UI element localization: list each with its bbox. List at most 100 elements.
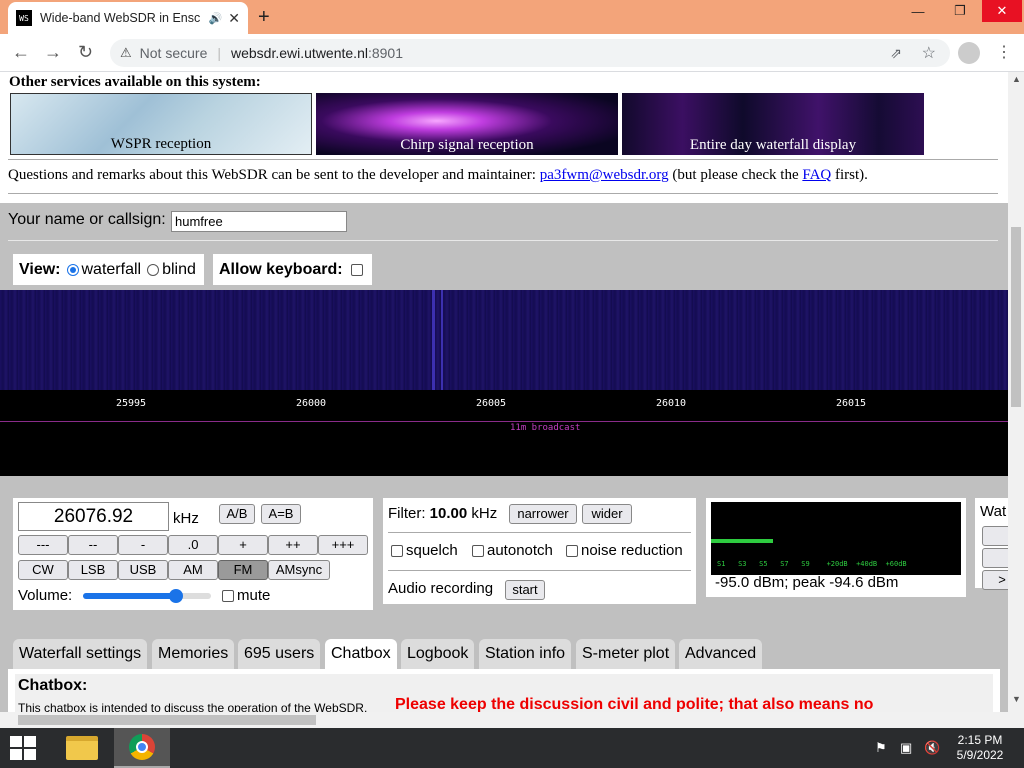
file-explorer-icon[interactable] <box>54 728 110 768</box>
mode-lsb-button[interactable]: LSB <box>68 560 118 580</box>
noise-reduction-toggle[interactable]: noise reduction <box>566 542 683 559</box>
waterfall-display[interactable] <box>0 290 1008 390</box>
new-tab-button[interactable]: + <box>258 6 270 29</box>
restore-button[interactable]: ❐ <box>940 0 980 22</box>
reload-icon[interactable]: ↻ <box>78 42 93 63</box>
step-round-button[interactable]: .0 <box>168 535 218 555</box>
waterfall-signal-line <box>441 290 443 390</box>
ab-button[interactable]: A/B <box>219 504 255 524</box>
chirp-service-link[interactable]: Chirp signal reception <box>316 93 618 155</box>
frequency-scale[interactable]: 25995 26000 26005 26010 26015 <box>0 390 1008 476</box>
system-clock[interactable]: 2:15 PM 5/9/2022 <box>950 733 1010 763</box>
action-center-flag-icon[interactable]: ⚑ <box>875 740 887 756</box>
keyboard-label: Allow keyboard: <box>219 260 343 278</box>
scroll-down-icon[interactable]: ▼ <box>1012 694 1021 704</box>
squelch-checkbox[interactable] <box>391 544 403 557</box>
autonotch-checkbox[interactable] <box>472 544 484 557</box>
keyboard-checkbox[interactable] <box>350 263 363 276</box>
waterfall-radio-label[interactable]: waterfall <box>82 261 142 279</box>
scroll-up-icon[interactable]: ▲ <box>1012 74 1021 84</box>
callsign-input[interactable]: humfree <box>171 211 347 232</box>
browser-menu-icon[interactable]: ⋮ <box>996 42 1012 62</box>
contact-text-middle: (but please check the <box>668 167 803 183</box>
mode-amsync-button[interactable]: AMsync <box>268 560 330 580</box>
browser-tab[interactable]: WS Wide-band WebSDR in Ensc 🔊 ✕ <box>8 2 248 34</box>
warning-icon[interactable]: ⚠ <box>120 45 132 61</box>
volume-fill <box>83 593 175 599</box>
step-minus-2-button[interactable]: -- <box>68 535 118 555</box>
step-plus-3-button[interactable]: +++ <box>318 535 368 555</box>
url-omnibox[interactable]: ⚠ Not secure | websdr.ewi.utwente.nl:890… <box>110 39 950 67</box>
audio-recording-label: Audio recording <box>388 580 494 597</box>
url-host: websdr.ewi.utwente.nl <box>231 45 368 61</box>
email-link[interactable]: pa3fwm@websdr.org <box>540 167 669 183</box>
speaker-icon[interactable]: 🔊 <box>209 12 223 25</box>
volume-knob[interactable] <box>169 589 183 603</box>
a-equals-b-button[interactable]: A=B <box>261 504 301 524</box>
frequency-input[interactable]: 26076.92 <box>18 502 169 531</box>
close-tab-icon[interactable]: ✕ <box>228 10 240 27</box>
mode-cw-button[interactable]: CW <box>18 560 68 580</box>
tab-advanced[interactable]: Advanced <box>679 639 763 669</box>
blind-radio-label[interactable]: blind <box>162 261 196 279</box>
minimize-button[interactable]: — <box>898 0 938 22</box>
autonotch-toggle[interactable]: autonotch <box>472 542 553 559</box>
autonotch-label[interactable]: autonotch <box>487 542 553 559</box>
tab-chatbox[interactable]: Chatbox <box>325 639 397 669</box>
waterfall-radio[interactable] <box>66 263 79 276</box>
blind-radio[interactable] <box>147 263 160 276</box>
faq-link[interactable]: FAQ <box>802 167 831 183</box>
omnibox-separator: | <box>217 45 221 61</box>
band-label[interactable]: 11m broadcast <box>510 423 580 433</box>
volume-muted-icon[interactable]: 🔇 <box>924 740 940 756</box>
squelch-toggle[interactable]: squelch <box>391 542 458 559</box>
share-icon[interactable]: ⇗ <box>890 45 902 62</box>
step-minus-3-button[interactable]: --- <box>18 535 68 555</box>
waterfall-control-button[interactable] <box>982 526 1008 546</box>
step-plus-1-button[interactable]: + <box>218 535 268 555</box>
profile-avatar[interactable] <box>958 42 980 64</box>
noise-reduction-label[interactable]: noise reduction <box>581 542 683 559</box>
wspr-service-link[interactable]: WSPR reception <box>10 93 312 155</box>
waterfall-more-button[interactable]: > <box>982 570 1008 590</box>
day-waterfall-service-link[interactable]: Entire day waterfall display <box>622 93 924 155</box>
step-plus-2-button[interactable]: ++ <box>268 535 318 555</box>
noise-reduction-checkbox[interactable] <box>566 544 578 557</box>
step-minus-1-button[interactable]: - <box>118 535 168 555</box>
divider <box>8 240 998 241</box>
vertical-scroll-thumb[interactable] <box>1011 227 1021 407</box>
narrower-button[interactable]: narrower <box>509 504 577 524</box>
back-arrow-icon[interactable]: ← <box>12 42 30 63</box>
volume-label: Volume: <box>18 587 73 604</box>
page-viewport: Other services available on this system:… <box>0 72 1008 728</box>
mute-toggle[interactable]: mute <box>222 587 270 604</box>
tab-smeter-plot[interactable]: S-meter plot <box>576 639 676 669</box>
mode-am-button[interactable]: AM <box>168 560 218 580</box>
volume-slider[interactable] <box>83 589 211 603</box>
tab-users[interactable]: 695 users <box>238 639 321 669</box>
vertical-scrollbar[interactable]: ▲ ▼ <box>1008 72 1024 728</box>
filter-label: Filter: <box>388 505 426 522</box>
squelch-label[interactable]: squelch <box>406 542 458 559</box>
mode-fm-button[interactable]: FM <box>218 560 268 580</box>
tab-memories[interactable]: Memories <box>152 639 235 669</box>
waterfall-signal-line <box>432 290 435 390</box>
network-icon[interactable]: ▣ <box>900 740 912 756</box>
bookmark-star-icon[interactable]: ☆ <box>922 43 936 63</box>
chrome-taskbar-icon[interactable] <box>114 728 170 768</box>
tab-waterfall-settings[interactable]: Waterfall settings <box>13 639 148 669</box>
tab-station-info[interactable]: Station info <box>479 639 572 669</box>
waterfall-control-button[interactable] <box>982 548 1008 568</box>
windows-start-icon[interactable] <box>10 736 36 760</box>
start-recording-button[interactable]: start <box>505 580 545 600</box>
close-window-button[interactable]: ✕ <box>982 0 1022 22</box>
tab-logbook[interactable]: Logbook <box>401 639 475 669</box>
horizontal-scrollbar[interactable] <box>0 712 1008 728</box>
mute-label[interactable]: mute <box>237 587 270 604</box>
wider-button[interactable]: wider <box>582 504 632 524</box>
not-secure-label[interactable]: Not secure <box>140 45 208 61</box>
forward-arrow-icon[interactable]: → <box>44 42 62 63</box>
mute-checkbox[interactable] <box>222 589 234 602</box>
mode-usb-button[interactable]: USB <box>118 560 168 580</box>
horizontal-scroll-thumb[interactable] <box>18 715 316 725</box>
